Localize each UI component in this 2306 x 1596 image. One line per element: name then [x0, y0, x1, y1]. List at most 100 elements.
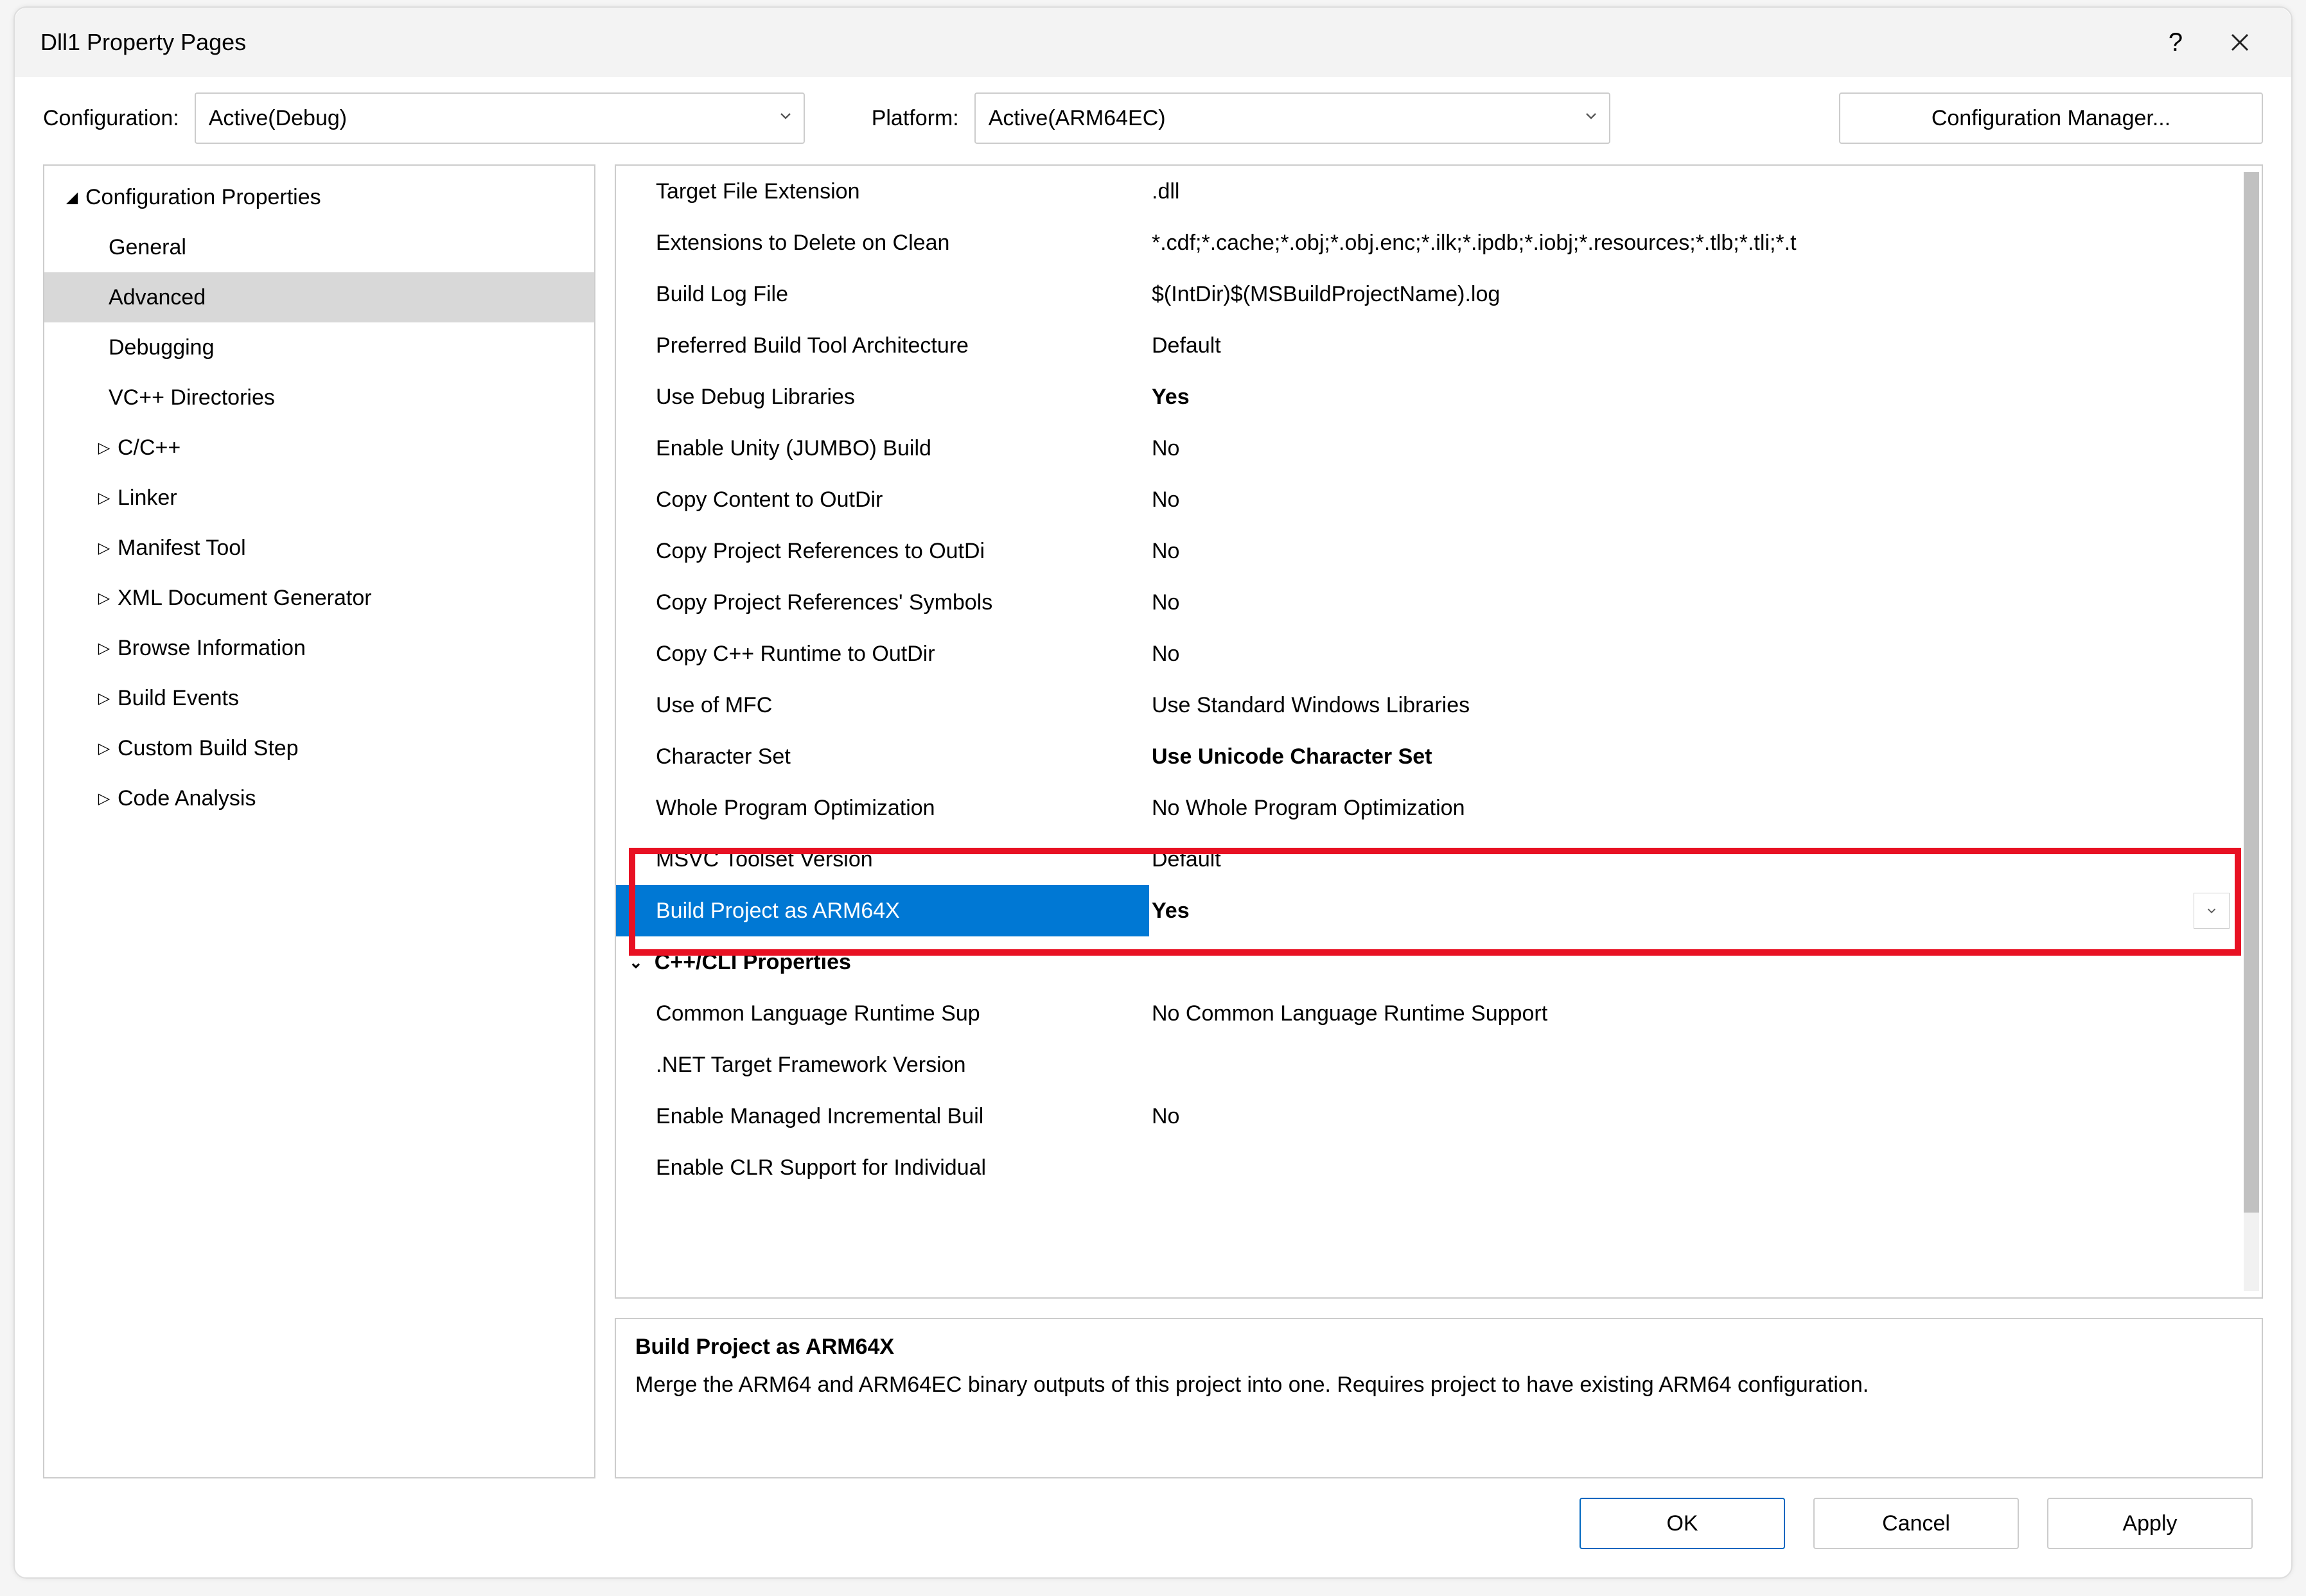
property-group-header[interactable]: ⌄C++/CLI Properties [616, 936, 2262, 988]
property-value[interactable]: No Whole Program Optimization [1149, 782, 2262, 834]
description-text: Merge the ARM64 and ARM64EC binary outpu… [635, 1370, 2242, 1401]
triangle-right-icon: ▷ [94, 439, 114, 457]
triangle-right-icon: ▷ [94, 689, 114, 708]
tree-item-custom-build-step[interactable]: ▷Custom Build Step [44, 723, 594, 773]
property-value[interactable]: Use Unicode Character Set [1149, 731, 2262, 782]
property-value[interactable]: No Common Language Runtime Support [1149, 988, 2262, 1039]
chevron-down-icon [1582, 106, 1600, 131]
tree-item-label: VC++ Directories [109, 385, 275, 410]
property-value[interactable]: No [1149, 628, 2262, 680]
property-name[interactable]: Character Set [616, 731, 1149, 782]
property-value[interactable]: No [1149, 1091, 2262, 1142]
property-value[interactable]: Yes [1149, 885, 2262, 936]
triangle-right-icon: ▷ [94, 539, 114, 557]
configuration-manager-button[interactable]: Configuration Manager... [1839, 92, 2263, 144]
tree-item-xml-document-generator[interactable]: ▷XML Document Generator [44, 573, 594, 623]
description-title: Build Project as ARM64X [635, 1335, 2242, 1360]
apply-button[interactable]: Apply [2047, 1498, 2253, 1549]
property-name[interactable]: Whole Program Optimization [616, 782, 1149, 834]
property-name[interactable]: Use Debug Libraries [616, 371, 1149, 423]
property-value[interactable] [1149, 1039, 2262, 1091]
platform-label: Platform: [872, 106, 959, 131]
property-value[interactable]: Use Standard Windows Libraries [1149, 680, 2262, 731]
property-value[interactable]: Default [1149, 834, 2262, 885]
tree-item-label: General [109, 235, 186, 260]
property-name[interactable]: Build Log File [616, 268, 1149, 320]
tree-item-label: Linker [118, 486, 177, 511]
category-tree[interactable]: ◢ Configuration Properties General Advanc… [43, 164, 595, 1478]
property-value[interactable]: No [1149, 577, 2262, 628]
property-value[interactable]: *.cdf;*.cache;*.obj;*.obj.enc;*.ilk;*.ip… [1149, 217, 2262, 268]
tree-item-label: Code Analysis [118, 786, 256, 811]
property-name[interactable]: Enable Managed Incremental Buil [616, 1091, 1149, 1142]
property-value[interactable]: No [1149, 474, 2262, 525]
property-value[interactable]: Default [1149, 320, 2262, 371]
property-name[interactable]: Copy C++ Runtime to OutDir [616, 628, 1149, 680]
tree-item-label: XML Document Generator [118, 586, 372, 611]
tree-item-debugging[interactable]: Debugging [44, 322, 594, 373]
property-name[interactable]: Common Language Runtime Sup [616, 988, 1149, 1039]
tree-item-label: Custom Build Step [118, 736, 299, 761]
tree-item-label: Build Events [118, 686, 239, 711]
property-value[interactable]: .dll [1149, 166, 2262, 217]
dialog-footer: OK Cancel Apply [15, 1478, 2291, 1577]
property-value[interactable]: No [1149, 525, 2262, 577]
tree-item-general[interactable]: General [44, 222, 594, 272]
vertical-scrollbar[interactable] [2244, 172, 2259, 1291]
property-name[interactable]: Target File Extension [616, 166, 1149, 217]
cancel-button[interactable]: Cancel [1813, 1498, 2019, 1549]
triangle-right-icon: ▷ [94, 739, 114, 758]
property-pages-dialog: Dll1 Property Pages ? Configuration: Act… [13, 6, 2293, 1579]
tree-item-browse-information[interactable]: ▷Browse Information [44, 623, 594, 673]
property-name[interactable]: .NET Target Framework Version [616, 1039, 1149, 1091]
tree-item-code-analysis[interactable]: ▷Code Analysis [44, 773, 594, 823]
scrollbar-thumb[interactable] [2244, 172, 2259, 1213]
tree-item-manifest-tool[interactable]: ▷Manifest Tool [44, 523, 594, 573]
tree-item-label: Browse Information [118, 636, 306, 661]
window-title: Dll1 Property Pages [40, 29, 2143, 56]
tree-item-build-events[interactable]: ▷Build Events [44, 673, 594, 723]
configuration-value: Active(Debug) [209, 106, 347, 131]
configuration-label: Configuration: [43, 106, 179, 131]
property-grid: Target File Extension.dllExtensions to D… [615, 164, 2263, 1299]
tree-item-label: Advanced [109, 285, 206, 310]
triangle-right-icon: ▷ [94, 639, 114, 658]
property-name[interactable]: Build Project as ARM64X [616, 885, 1149, 936]
tree-item-linker[interactable]: ▷Linker [44, 473, 594, 523]
triangle-right-icon: ▷ [94, 589, 114, 608]
tree-root[interactable]: ◢ Configuration Properties [44, 172, 594, 222]
close-icon[interactable] [2208, 17, 2272, 68]
platform-combo[interactable]: Active(ARM64EC) [974, 92, 1610, 144]
property-name[interactable]: Enable CLR Support for Individual [616, 1142, 1149, 1193]
tree-item-c-c-[interactable]: ▷C/C++ [44, 423, 594, 473]
property-name[interactable]: Extensions to Delete on Clean [616, 217, 1149, 268]
property-name[interactable]: Use of MFC [616, 680, 1149, 731]
property-name[interactable]: Copy Project References to OutDi [616, 525, 1149, 577]
property-value[interactable] [1149, 1142, 2262, 1193]
property-name[interactable]: Copy Project References' Symbols [616, 577, 1149, 628]
property-value[interactable]: Yes [1149, 371, 2262, 423]
description-panel: Build Project as ARM64X Merge the ARM64 … [615, 1318, 2263, 1478]
ok-button[interactable]: OK [1580, 1498, 1785, 1549]
chevron-down-icon [777, 106, 795, 131]
titlebar: Dll1 Property Pages ? [15, 8, 2291, 77]
tree-item-advanced[interactable]: Advanced [44, 272, 594, 322]
property-name[interactable]: Enable Unity (JUMBO) Build [616, 423, 1149, 474]
property-value[interactable]: $(IntDir)$(MSBuildProjectName).log [1149, 268, 2262, 320]
property-name[interactable]: MSVC Toolset Version [616, 834, 1149, 885]
help-icon[interactable]: ? [2143, 17, 2208, 68]
tree-root-label: Configuration Properties [85, 185, 321, 210]
tree-item-label: Manifest Tool [118, 536, 246, 561]
property-value[interactable]: No [1149, 423, 2262, 474]
triangle-right-icon: ▷ [94, 489, 114, 507]
tree-item-label: C/C++ [118, 435, 180, 460]
tree-item-label: Debugging [109, 335, 214, 360]
configuration-combo[interactable]: Active(Debug) [195, 92, 805, 144]
chevron-down-icon[interactable] [2194, 893, 2230, 929]
config-row: Configuration: Active(Debug) Platform: A… [15, 77, 2291, 152]
property-name[interactable]: Copy Content to OutDir [616, 474, 1149, 525]
platform-value: Active(ARM64EC) [989, 106, 1166, 131]
property-name[interactable]: Preferred Build Tool Architecture [616, 320, 1149, 371]
tree-item-vc-directories[interactable]: VC++ Directories [44, 373, 594, 423]
chevron-down-icon: ⌄ [629, 952, 643, 972]
